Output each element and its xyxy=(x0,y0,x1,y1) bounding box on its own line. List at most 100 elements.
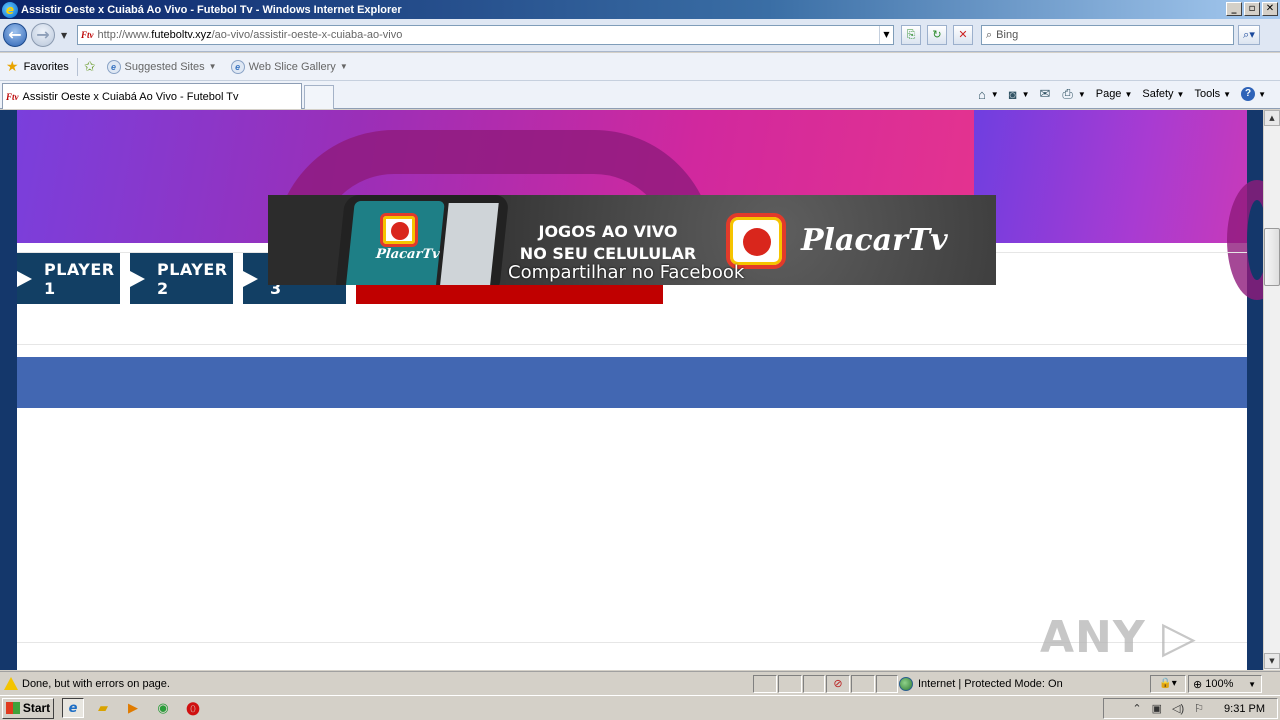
action-center-flag-icon[interactable]: ⚐ xyxy=(1194,702,1204,715)
title-bar: e Assistir Oeste x Cuiabá Ao Vivo - Fute… xyxy=(0,0,1280,19)
facebook-share-band[interactable] xyxy=(17,357,1247,408)
tab-bar: Ftv Assistir Oeste x Cuiabá Ao Vivo - Fu… xyxy=(0,81,1280,109)
command-bar: ⌂ ▼ ◙ ▼ ✉ ⎙ ▼ Page ▼ Safety ▼ Tools ▼ ? ▼ xyxy=(978,86,1266,102)
refresh-icon[interactable]: ↻ xyxy=(927,25,947,45)
play-icon xyxy=(130,270,145,287)
window-title: Assistir Oeste x Cuiabá Ao Vivo - Futebo… xyxy=(21,3,402,16)
chevron-down-icon: ▼ xyxy=(1124,89,1133,99)
suggested-sites-link[interactable]: e Suggested Sites ▼ xyxy=(106,59,217,74)
status-cell xyxy=(851,675,875,693)
taskbar-opera-icon[interactable]: ⓿ xyxy=(182,698,204,718)
minimize-button[interactable]: _ xyxy=(1226,2,1242,16)
new-tab-button[interactable] xyxy=(304,85,334,109)
play-icon xyxy=(243,270,258,287)
taskbar-ie-icon[interactable]: e xyxy=(62,698,84,718)
recent-pages-dropdown-icon[interactable]: ▼ xyxy=(61,31,67,40)
page-menu[interactable]: Page ▼ xyxy=(1096,88,1133,100)
close-button[interactable]: ✕ xyxy=(1262,2,1278,16)
player-2-button[interactable]: PLAYER 2 xyxy=(130,253,233,304)
safety-menu-label: Safety xyxy=(1142,88,1174,100)
read-mail-button[interactable]: ✉ xyxy=(1040,86,1053,102)
ie-logo-icon: e xyxy=(2,1,18,18)
chevron-down-icon: ▼ xyxy=(208,62,217,71)
ie-page-icon: e xyxy=(106,59,121,74)
network-icon[interactable]: ▣ xyxy=(1152,702,1162,715)
suggested-sites-label: Suggested Sites xyxy=(124,60,205,73)
soccer-ball-icon xyxy=(391,222,409,240)
chevron-down-icon: ▼ xyxy=(339,62,348,71)
show-hidden-icons-icon[interactable]: ⌃ xyxy=(1132,702,1141,715)
help-menu[interactable]: ? ▼ xyxy=(1241,87,1266,101)
url-prefix: http://www. xyxy=(97,29,152,41)
popup-blocker-icon[interactable]: ⊘ xyxy=(826,675,850,693)
phone-screen-secondary xyxy=(439,203,499,285)
ie-page-icon: e xyxy=(230,59,245,74)
zoom-level[interactable]: ⊕ 100% ▼ xyxy=(1188,675,1262,693)
facebook-share-label[interactable]: Compartilhar no Facebook xyxy=(508,262,744,283)
address-dropdown-icon[interactable]: ▼ xyxy=(879,26,893,44)
print-button[interactable]: ⎙ ▼ xyxy=(1062,86,1085,102)
navigation-bar: ← → ▼ Ftv http://www.futeboltv.xyz/ao-vi… xyxy=(0,19,1280,52)
status-message[interactable]: Done, but with errors on page. xyxy=(22,678,170,690)
restore-button[interactable]: ▫ xyxy=(1244,2,1260,16)
favorites-button[interactable]: ★ Favorites xyxy=(6,58,69,75)
start-button[interactable]: Start xyxy=(2,697,54,719)
stop-icon[interactable]: ✕ xyxy=(953,25,973,45)
favorites-star-icon: ★ xyxy=(6,58,19,74)
url-domain: futeboltv.xyz xyxy=(151,29,212,41)
taskbar-chrome-icon[interactable]: ◉ xyxy=(152,698,174,718)
compatibility-view-icon[interactable]: ⎘ xyxy=(901,25,921,45)
page-left-background xyxy=(0,110,17,670)
taskbar-explorer-icon[interactable]: ▰ xyxy=(92,698,114,718)
site-favicon-icon: Ftv xyxy=(81,30,94,40)
folder-icon: ▰ xyxy=(98,700,108,716)
tools-menu-label: Tools xyxy=(1194,88,1221,100)
favorites-bar: ★ Favorites ✩ e Suggested Sites ▼ e Web … xyxy=(0,53,1280,81)
chevron-down-icon: ▼ xyxy=(1258,89,1266,99)
taskbar-media-player-icon[interactable]: ▶ xyxy=(122,698,144,718)
ad-headline: JOGOS AO VIVO NO SEU CELULULAR xyxy=(518,221,698,265)
status-cell xyxy=(876,675,898,693)
system-tray: ⌃ ▣ ◁) ⚐ 9:31 PM xyxy=(1103,698,1278,719)
status-cell xyxy=(753,675,777,693)
vertical-scrollbar[interactable]: ▲ ▼ xyxy=(1263,110,1280,670)
address-field[interactable]: Ftv http://www.futeboltv.xyz/ao-vivo/ass… xyxy=(77,25,894,45)
play-icon xyxy=(17,270,32,287)
tab-active[interactable]: Ftv Assistir Oeste x Cuiabá Ao Vivo - Fu… xyxy=(2,83,302,109)
opera-icon: ⓿ xyxy=(186,702,200,718)
add-favorite-icon: ✩ xyxy=(83,58,96,74)
tools-menu[interactable]: Tools ▼ xyxy=(1194,88,1231,100)
chevron-down-icon: ▼ xyxy=(1077,89,1086,99)
window-controls: _ ▫ ✕ xyxy=(1226,2,1278,16)
address-url[interactable]: http://www.futeboltv.xyz/ao-vivo/assisti… xyxy=(98,29,403,41)
start-label: Start xyxy=(22,701,51,715)
soccer-ball-icon xyxy=(743,228,771,256)
search-field[interactable]: ⌕ Bing xyxy=(981,25,1234,45)
security-zone[interactable]: Internet | Protected Mode: On xyxy=(899,675,1063,693)
protected-mode-lock-icon[interactable]: 🔒▾ xyxy=(1150,675,1186,693)
clock[interactable]: 9:31 PM xyxy=(1224,703,1265,715)
web-slice-gallery-link[interactable]: e Web Slice Gallery ▼ xyxy=(230,59,348,74)
page-content: PLAYER 1 PLAYER 2 PLAYER 3 INT. LENTA xyxy=(0,110,1263,670)
warning-icon[interactable] xyxy=(4,677,18,690)
ad-headline-line1: JOGOS AO VIVO xyxy=(538,222,678,241)
mail-icon: ✉ xyxy=(1039,86,1051,101)
status-bar: Done, but with errors on page. ⊘ Interne… xyxy=(0,671,1280,695)
chevron-down-icon: ▼ xyxy=(1248,679,1256,689)
player-1-button[interactable]: PLAYER 1 xyxy=(17,253,120,304)
safety-menu[interactable]: Safety ▼ xyxy=(1142,88,1184,100)
scroll-thumb[interactable] xyxy=(1264,228,1280,286)
placartv-logo-icon xyxy=(726,213,786,269)
scroll-up-icon[interactable]: ▲ xyxy=(1264,110,1280,126)
back-button[interactable]: ← xyxy=(3,23,27,47)
add-to-favorites-bar-button[interactable]: ✩ xyxy=(84,58,101,75)
player-2-label: PLAYER 2 xyxy=(157,259,228,298)
home-button[interactable]: ⌂ ▼ xyxy=(978,87,999,102)
tab-label: Assistir Oeste x Cuiabá Ao Vivo - Futebo… xyxy=(22,90,239,103)
page-menu-label: Page xyxy=(1095,88,1122,100)
search-button[interactable]: ⌕▾ xyxy=(1238,25,1260,45)
search-placeholder: Bing xyxy=(996,29,1019,41)
forward-button[interactable]: → xyxy=(31,23,55,47)
feeds-button[interactable]: ◙ ▼ xyxy=(1009,87,1030,102)
volume-icon[interactable]: ◁) xyxy=(1172,702,1184,715)
